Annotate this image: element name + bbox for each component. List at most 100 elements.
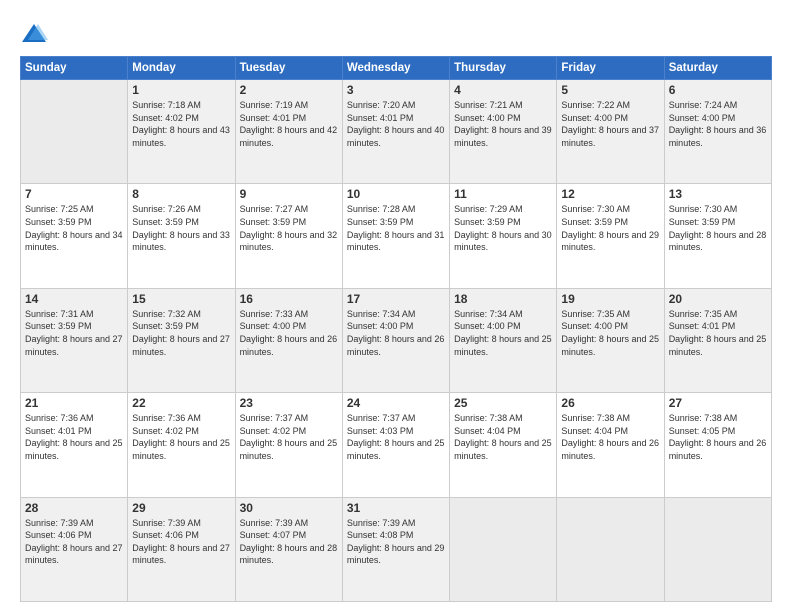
weekday-header-friday: Friday [557, 57, 664, 80]
calendar-cell: 14 Sunrise: 7:31 AMSunset: 3:59 PMDayligh… [21, 288, 128, 392]
day-number: 9 [240, 187, 338, 201]
day-info: Sunrise: 7:33 AMSunset: 4:00 PMDaylight:… [240, 308, 338, 358]
calendar-cell [664, 497, 771, 601]
day-info: Sunrise: 7:20 AMSunset: 4:01 PMDaylight:… [347, 99, 445, 149]
calendar-cell: 31 Sunrise: 7:39 AMSunset: 4:08 PMDayligh… [342, 497, 449, 601]
day-number: 26 [561, 396, 659, 410]
calendar-cell [450, 497, 557, 601]
calendar-cell: 4 Sunrise: 7:21 AMSunset: 4:00 PMDaylight… [450, 80, 557, 184]
day-number: 31 [347, 501, 445, 515]
day-info: Sunrise: 7:32 AMSunset: 3:59 PMDaylight:… [132, 308, 230, 358]
day-info: Sunrise: 7:29 AMSunset: 3:59 PMDaylight:… [454, 203, 552, 253]
day-number: 22 [132, 396, 230, 410]
calendar-cell: 8 Sunrise: 7:26 AMSunset: 3:59 PMDaylight… [128, 184, 235, 288]
calendar-cell: 2 Sunrise: 7:19 AMSunset: 4:01 PMDaylight… [235, 80, 342, 184]
day-info: Sunrise: 7:39 AMSunset: 4:06 PMDaylight:… [25, 517, 123, 567]
calendar-cell: 21 Sunrise: 7:36 AMSunset: 4:01 PMDayligh… [21, 393, 128, 497]
calendar-cell: 16 Sunrise: 7:33 AMSunset: 4:00 PMDayligh… [235, 288, 342, 392]
day-number: 25 [454, 396, 552, 410]
day-info: Sunrise: 7:36 AMSunset: 4:01 PMDaylight:… [25, 412, 123, 462]
calendar-week-row: 1 Sunrise: 7:18 AMSunset: 4:02 PMDaylight… [21, 80, 772, 184]
day-number: 19 [561, 292, 659, 306]
day-info: Sunrise: 7:25 AMSunset: 3:59 PMDaylight:… [25, 203, 123, 253]
day-number: 8 [132, 187, 230, 201]
day-info: Sunrise: 7:27 AMSunset: 3:59 PMDaylight:… [240, 203, 338, 253]
day-info: Sunrise: 7:26 AMSunset: 3:59 PMDaylight:… [132, 203, 230, 253]
day-info: Sunrise: 7:35 AMSunset: 4:00 PMDaylight:… [561, 308, 659, 358]
day-number: 12 [561, 187, 659, 201]
weekday-header-wednesday: Wednesday [342, 57, 449, 80]
weekday-header-monday: Monday [128, 57, 235, 80]
calendar-cell: 22 Sunrise: 7:36 AMSunset: 4:02 PMDayligh… [128, 393, 235, 497]
day-info: Sunrise: 7:24 AMSunset: 4:00 PMDaylight:… [669, 99, 767, 149]
day-number: 21 [25, 396, 123, 410]
day-number: 2 [240, 83, 338, 97]
day-info: Sunrise: 7:38 AMSunset: 4:04 PMDaylight:… [561, 412, 659, 462]
calendar-cell: 20 Sunrise: 7:35 AMSunset: 4:01 PMDayligh… [664, 288, 771, 392]
day-info: Sunrise: 7:37 AMSunset: 4:03 PMDaylight:… [347, 412, 445, 462]
calendar-cell: 5 Sunrise: 7:22 AMSunset: 4:00 PMDaylight… [557, 80, 664, 184]
day-number: 29 [132, 501, 230, 515]
weekday-header-thursday: Thursday [450, 57, 557, 80]
calendar-cell: 18 Sunrise: 7:34 AMSunset: 4:00 PMDayligh… [450, 288, 557, 392]
day-info: Sunrise: 7:38 AMSunset: 4:05 PMDaylight:… [669, 412, 767, 462]
calendar-table: SundayMondayTuesdayWednesdayThursdayFrid… [20, 56, 772, 602]
day-info: Sunrise: 7:28 AMSunset: 3:59 PMDaylight:… [347, 203, 445, 253]
day-number: 20 [669, 292, 767, 306]
day-number: 27 [669, 396, 767, 410]
calendar-cell: 11Sunrise: 7:29 AMSunset: 3:59 PMDayligh… [450, 184, 557, 288]
day-number: 10 [347, 187, 445, 201]
weekday-header-row: SundayMondayTuesdayWednesdayThursdayFrid… [21, 57, 772, 80]
day-info: Sunrise: 7:34 AMSunset: 4:00 PMDaylight:… [454, 308, 552, 358]
calendar-cell: 9 Sunrise: 7:27 AMSunset: 3:59 PMDaylight… [235, 184, 342, 288]
day-info: Sunrise: 7:31 AMSunset: 3:59 PMDaylight:… [25, 308, 123, 358]
calendar-cell: 27 Sunrise: 7:38 AMSunset: 4:05 PMDayligh… [664, 393, 771, 497]
day-info: Sunrise: 7:21 AMSunset: 4:00 PMDaylight:… [454, 99, 552, 149]
day-info: Sunrise: 7:30 AMSunset: 3:59 PMDaylight:… [669, 203, 767, 253]
day-number: 14 [25, 292, 123, 306]
weekday-header-sunday: Sunday [21, 57, 128, 80]
calendar-cell: 13 Sunrise: 7:30 AMSunset: 3:59 PMDayligh… [664, 184, 771, 288]
day-number: 15 [132, 292, 230, 306]
day-info: Sunrise: 7:30 AMSunset: 3:59 PMDaylight:… [561, 203, 659, 253]
header [20, 16, 772, 48]
day-info: Sunrise: 7:39 AMSunset: 4:06 PMDaylight:… [132, 517, 230, 567]
calendar-cell [21, 80, 128, 184]
calendar-cell: 15 Sunrise: 7:32 AMSunset: 3:59 PMDayligh… [128, 288, 235, 392]
calendar-week-row: 14 Sunrise: 7:31 AMSunset: 3:59 PMDayligh… [21, 288, 772, 392]
day-info: Sunrise: 7:22 AMSunset: 4:00 PMDaylight:… [561, 99, 659, 149]
logo-icon [20, 20, 48, 48]
day-info: Sunrise: 7:37 AMSunset: 4:02 PMDaylight:… [240, 412, 338, 462]
calendar-cell: 1 Sunrise: 7:18 AMSunset: 4:02 PMDaylight… [128, 80, 235, 184]
calendar-cell: 17Sunrise: 7:34 AMSunset: 4:00 PMDayligh… [342, 288, 449, 392]
day-number: 4 [454, 83, 552, 97]
day-number: 6 [669, 83, 767, 97]
day-number: 7 [25, 187, 123, 201]
day-info: Sunrise: 7:35 AMSunset: 4:01 PMDaylight:… [669, 308, 767, 358]
calendar-cell: 3 Sunrise: 7:20 AMSunset: 4:01 PMDaylight… [342, 80, 449, 184]
day-number: 24 [347, 396, 445, 410]
day-number: 3 [347, 83, 445, 97]
day-number: 13 [669, 187, 767, 201]
calendar-cell: 12 Sunrise: 7:30 AMSunset: 3:59 PMDayligh… [557, 184, 664, 288]
day-number: 1 [132, 83, 230, 97]
day-info: Sunrise: 7:39 AMSunset: 4:08 PMDaylight:… [347, 517, 445, 567]
calendar-cell: 28Sunrise: 7:39 AMSunset: 4:06 PMDayligh… [21, 497, 128, 601]
calendar-cell: 30Sunrise: 7:39 AMSunset: 4:07 PMDayligh… [235, 497, 342, 601]
day-info: Sunrise: 7:19 AMSunset: 4:01 PMDaylight:… [240, 99, 338, 149]
day-info: Sunrise: 7:18 AMSunset: 4:02 PMDaylight:… [132, 99, 230, 149]
day-info: Sunrise: 7:36 AMSunset: 4:02 PMDaylight:… [132, 412, 230, 462]
day-number: 18 [454, 292, 552, 306]
calendar-week-row: 7 Sunrise: 7:25 AMSunset: 3:59 PMDaylight… [21, 184, 772, 288]
weekday-header-tuesday: Tuesday [235, 57, 342, 80]
calendar-cell: 7 Sunrise: 7:25 AMSunset: 3:59 PMDaylight… [21, 184, 128, 288]
calendar-cell: 19 Sunrise: 7:35 AMSunset: 4:00 PMDayligh… [557, 288, 664, 392]
page: SundayMondayTuesdayWednesdayThursdayFrid… [0, 0, 792, 612]
day-number: 23 [240, 396, 338, 410]
calendar-cell: 23 Sunrise: 7:37 AMSunset: 4:02 PMDayligh… [235, 393, 342, 497]
weekday-header-saturday: Saturday [664, 57, 771, 80]
calendar-week-row: 28Sunrise: 7:39 AMSunset: 4:06 PMDayligh… [21, 497, 772, 601]
calendar-cell: 29 Sunrise: 7:39 AMSunset: 4:06 PMDayligh… [128, 497, 235, 601]
day-number: 5 [561, 83, 659, 97]
day-number: 16 [240, 292, 338, 306]
